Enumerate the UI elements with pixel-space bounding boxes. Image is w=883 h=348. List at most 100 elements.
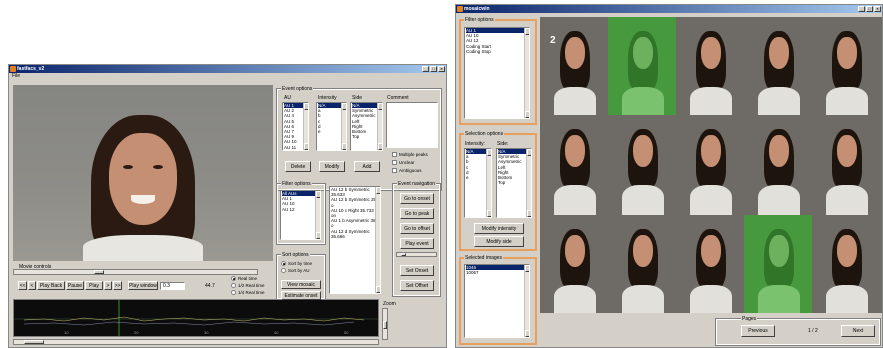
estimate-onset-button[interactable]: Estimate onset — [281, 291, 321, 300]
go-to-offset-button[interactable]: Go to offset — [400, 223, 434, 234]
delete-button[interactable]: Delete — [285, 161, 311, 172]
add-button[interactable]: Add — [354, 161, 380, 172]
set-onset-button[interactable]: Set Onset — [400, 265, 434, 276]
menu-file[interactable]: File — [12, 73, 20, 79]
list-item[interactable]: AU 12 b Symmetric 35.6 o — [331, 197, 380, 207]
zoom-slider[interactable] — [382, 308, 388, 340]
modify-button[interactable]: Modify — [319, 161, 345, 172]
filter-list-scrollbar[interactable] — [315, 191, 320, 239]
mosaic-cell-highlighted[interactable] — [608, 17, 676, 115]
checkbox-box — [392, 160, 397, 165]
play-back-button[interactable]: Play Back — [37, 281, 65, 290]
play-window-input[interactable]: 0.3 — [160, 282, 185, 290]
intensity-list-scrollbar[interactable] — [486, 149, 491, 217]
maximize-button[interactable]: □ — [866, 6, 873, 12]
intensity-header: Intensity: — [465, 141, 486, 147]
selected-images-list[interactable]: 1046 10067 — [464, 264, 530, 338]
radio-real-time[interactable]: Real time — [231, 276, 257, 281]
forward-fast-button[interactable]: >> — [113, 281, 122, 290]
forward-step-button[interactable]: > — [104, 281, 112, 290]
mosaic-cell[interactable] — [540, 17, 608, 115]
mosaic-cell[interactable] — [676, 115, 744, 215]
modify-side-button[interactable]: Modify side — [474, 236, 524, 247]
au-list-scrollbar[interactable] — [303, 103, 308, 150]
selected-images-scrollbar[interactable] — [524, 265, 529, 337]
event-timeline[interactable]: 10 20 30 40 50 — [13, 299, 379, 337]
mosaic-cell[interactable] — [608, 215, 676, 313]
timeline-tick-label: 40 — [274, 330, 279, 335]
rewind-fast-button[interactable]: << — [18, 281, 27, 290]
minimize-button[interactable]: _ — [858, 6, 865, 12]
side-list-scrollbar[interactable] — [526, 149, 531, 217]
close-button[interactable]: × — [874, 6, 881, 12]
mosaic-cell[interactable] — [812, 17, 882, 115]
ambiguous-checkbox[interactable]: Ambiguous — [392, 168, 422, 173]
event-navigation-slider[interactable] — [396, 252, 437, 257]
mosaic-cell[interactable] — [676, 215, 744, 313]
selected-images-label: Selected images — [464, 255, 503, 261]
filter-au-list[interactable]: All AUs AU 1 AU 10 AU 12 — [280, 190, 321, 240]
maximize-button[interactable]: □ — [430, 66, 437, 72]
view-mosaic-button[interactable]: View mosaic — [281, 280, 321, 289]
radio-half-real-time[interactable]: 1/2 Real time — [231, 283, 265, 288]
filter-list-scrollbar[interactable] — [524, 28, 529, 118]
mosaic-cell[interactable] — [608, 115, 676, 215]
mosaic-cell[interactable] — [744, 115, 812, 215]
comment-field[interactable] — [386, 102, 438, 148]
mosaicwin-window: mosaicwin _ □ × Filter options AU 1 AU 1… — [455, 4, 883, 348]
list-item[interactable]: 10067 — [466, 270, 529, 275]
play-window-button[interactable]: Play window — [128, 281, 158, 290]
pause-button[interactable]: Pause — [66, 281, 84, 290]
timeline-scroll-thumb[interactable] — [24, 340, 44, 344]
checkbox-box — [392, 168, 397, 173]
list-item[interactable]: AU 1 b Asymmetric 36.2 o — [331, 218, 380, 228]
event-list-scrollbar[interactable] — [375, 187, 380, 293]
mosaic-cell[interactable] — [540, 215, 608, 313]
side-list[interactable]: N/A Symmetric Asymmetric Left Right Bott… — [350, 102, 383, 151]
next-page-button[interactable]: Next — [841, 325, 875, 337]
rewind-step-button[interactable]: < — [28, 281, 36, 290]
movie-position-slider[interactable] — [13, 269, 258, 275]
list-item[interactable]: AU 12 d Symmetric 36.666 — [331, 229, 380, 239]
slider-thumb[interactable] — [94, 270, 104, 274]
mosaic-cell[interactable] — [676, 17, 744, 115]
intensity-list[interactable]: N/A a b c d e — [464, 148, 492, 218]
mosaic-cell[interactable] — [812, 215, 882, 313]
play-event-button[interactable]: Play event — [400, 238, 434, 249]
intensity-list-scrollbar[interactable] — [341, 103, 346, 150]
title-bar[interactable]: fastfacs_v2 _ □ × — [9, 65, 446, 73]
side-header: Side: — [497, 141, 509, 147]
list-item[interactable]: AU 10 c Right 35.733 on — [331, 208, 380, 218]
filter-list[interactable]: AU 1 AU 10 AU 12 Coding Start Coding Sto… — [464, 27, 530, 119]
side-header: Side — [352, 95, 363, 101]
mosaic-cell[interactable] — [744, 17, 812, 115]
previous-page-button[interactable]: Previous — [741, 325, 775, 337]
sort-by-au-radio[interactable]: Sort by AU — [281, 268, 310, 273]
multiple-peaks-checkbox[interactable]: Multiple peaks — [392, 152, 428, 157]
side-list-scrollbar[interactable] — [377, 103, 382, 150]
mosaic-cell-highlighted[interactable] — [744, 215, 812, 313]
au-list[interactable]: AU 1 AU 2 AU 4 AU 5 AU 6 AU 7 AU 9 AU 10… — [282, 102, 309, 151]
mosaic-cell[interactable] — [812, 115, 882, 215]
event-list[interactable]: AU 12 b Symmetric 35.633 AU 12 b Symmetr… — [329, 186, 381, 294]
list-item[interactable]: AU 12 b Symmetric 35.633 — [331, 187, 380, 197]
go-to-onset-button[interactable]: Go to onset — [400, 193, 434, 204]
video-frame[interactable] — [13, 85, 273, 261]
go-to-peak-button[interactable]: Go to peak — [400, 208, 434, 219]
modify-intensity-button[interactable]: Modify intensity — [474, 223, 524, 234]
minimize-button[interactable]: _ — [422, 66, 429, 72]
zoom-thumb[interactable] — [383, 321, 387, 329]
title-bar[interactable]: mosaicwin _ □ × — [456, 5, 882, 13]
timeline-scrollbar[interactable] — [13, 339, 379, 345]
play-button[interactable]: Play — [85, 281, 103, 290]
event-navigation-thumb[interactable] — [401, 253, 406, 256]
list-item[interactable]: Coding Stop — [466, 49, 529, 54]
set-offset-button[interactable]: Set Offset — [400, 280, 434, 291]
sort-by-time-radio[interactable]: Sort by time — [281, 261, 312, 266]
unclear-checkbox[interactable]: Unclear — [392, 160, 415, 165]
intensity-list[interactable]: N/A a b c d e — [316, 102, 347, 151]
mosaic-cell[interactable] — [540, 115, 608, 215]
side-list[interactable]: N/A Symmetric Asymmetric Left Right Bott… — [496, 148, 532, 218]
close-button[interactable]: × — [438, 66, 445, 72]
radio-quarter-real-time[interactable]: 1/4 Real time — [231, 290, 265, 295]
